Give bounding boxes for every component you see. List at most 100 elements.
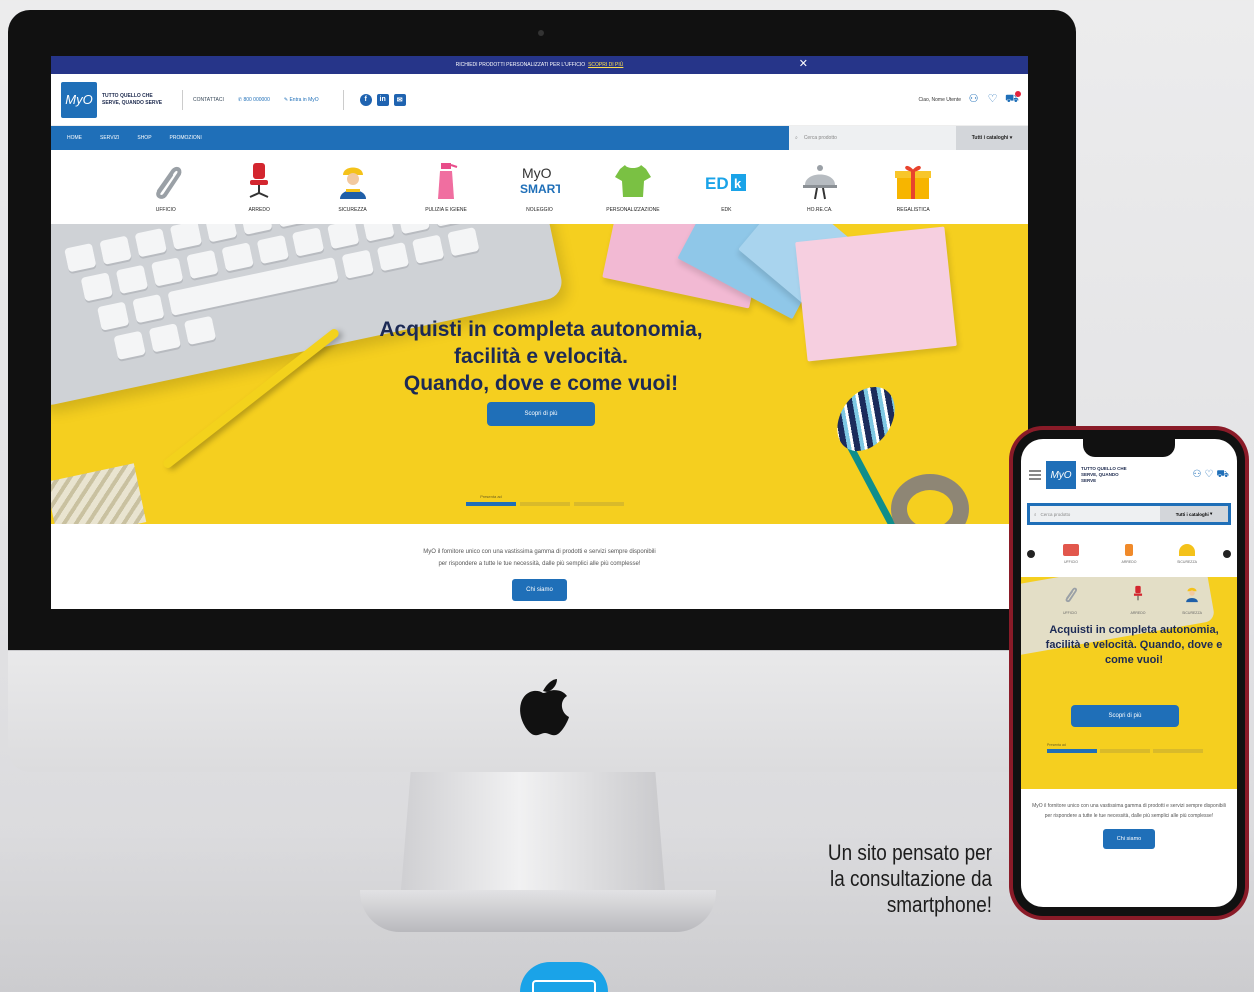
all-categories-dropdown[interactable]: Tutti i cataloghi ▾ (956, 126, 1028, 150)
hero-category-1[interactable]: UFFICIO (1049, 585, 1091, 615)
monitor-icon (532, 980, 596, 992)
linkedin-icon[interactable]: in (376, 93, 389, 106)
worker-icon (339, 167, 366, 199)
camera (538, 30, 544, 36)
category-image (1063, 544, 1079, 556)
discover-more-button[interactable]: Scopri di più (1071, 705, 1179, 727)
slider-tab-1[interactable]: Presenta ad (1047, 743, 1097, 753)
category-sicurezza[interactable]: SICUREZZA (315, 161, 391, 213)
search-input[interactable]: ⌕ Cerca prodotto (1030, 506, 1160, 522)
category-arredo[interactable]: ARREDO (221, 161, 297, 213)
phone-number: 800 000000 (243, 96, 270, 103)
category-ufficio[interactable]: UFFICIO (128, 161, 204, 213)
slider-tab-2[interactable] (1100, 743, 1150, 753)
nav-menu: HOME SERVIZI SHOP PROMOZIONI (51, 126, 789, 150)
myo-smart-logo: MyOSMART (520, 165, 560, 196)
phone-link[interactable]: ✆ 800 000000 (238, 97, 270, 103)
divider (182, 89, 183, 110)
about-line-1: MyO il fornitore unico con una vastissim… (423, 549, 656, 555)
messenger-icon[interactable]: ✉ (393, 93, 406, 106)
paperclip-icon (155, 166, 182, 199)
caption-line-2: la consultazione da (830, 866, 992, 891)
promo-link[interactable]: SCOPRI DI PIÙ (588, 62, 623, 68)
category-label: SICUREZZA (1177, 560, 1197, 564)
hero-category-2[interactable]: ARREDO (1117, 585, 1159, 615)
slider-tab-3[interactable] (1153, 743, 1203, 753)
about-us-button[interactable]: Chi siamo (512, 579, 567, 601)
nav-item-home[interactable]: HOME (67, 135, 82, 141)
heart-icon[interactable]: ♡ (1204, 469, 1213, 482)
carousel-prev-icon[interactable] (1027, 550, 1035, 558)
all-categories-dropdown[interactable]: Tutti i cataloghi ▾ (1160, 506, 1228, 522)
hero-line-3: Quando, dove e come vuoi! (403, 372, 679, 395)
office-chair-icon (249, 163, 269, 198)
mobile-website: MyO TUTTO QUELLO CHE SERVE, QUANDO SERVE… (1021, 439, 1237, 907)
cart-icon[interactable]: ⛟ (1216, 469, 1229, 482)
caption-text: Un sito pensato per la consultazione da … (810, 840, 992, 918)
category-label: UFFICIO (1064, 560, 1078, 564)
imac-stand-neck (400, 772, 666, 902)
slider-tab-2[interactable] (520, 494, 570, 506)
category-regalistica[interactable]: REGALISTICA (875, 161, 951, 213)
mobile-category-2[interactable]: ARREDO (1107, 544, 1151, 564)
category-personalizzazione[interactable]: PERSONALIZZAZIONE (595, 161, 671, 213)
search-input[interactable]: ⌕ Cerca prodotto (789, 126, 956, 150)
cloche-icon (802, 165, 837, 200)
close-icon[interactable]: ✕ (799, 57, 808, 70)
caption-line-1: Un sito pensato per (827, 840, 992, 865)
tshirt-icon (614, 165, 651, 197)
category-edk[interactable]: ED k EDK (688, 161, 764, 213)
all-categories-label: Tutti i cataloghi (1175, 511, 1209, 517)
divider (342, 89, 344, 110)
heart-icon[interactable]: ♡ (986, 93, 999, 106)
mobile-slider-tabs: Presenta ad (1047, 743, 1203, 753)
about-line-2: per rispondere a tutte le tue necessità,… (438, 561, 641, 567)
facebook-icon[interactable]: f (359, 93, 372, 106)
search-icon: ⌕ (1034, 511, 1037, 517)
user-icon[interactable]: ⚇ (967, 93, 980, 106)
menu-icon[interactable] (1029, 470, 1041, 480)
category-pulizia[interactable]: PULIZIA E IGIENE (408, 161, 484, 213)
about-us-button[interactable]: Chi siamo (1102, 829, 1156, 849)
mobile-category-3[interactable]: SICUREZZA (1165, 544, 1209, 564)
promo-text: RICHIEDI PRODOTTI PERSONALIZZATI PER L'U… (455, 62, 586, 68)
category-label: ARREDO (248, 207, 270, 213)
slider-tab-3[interactable] (574, 494, 624, 506)
main-nav: HOME SERVIZI SHOP PROMOZIONI ⌕ Cerca pro… (51, 126, 1028, 150)
category-noleggio[interactable]: MyO SMART NOLEGGIO (501, 161, 577, 213)
category-label: EDK (721, 207, 732, 213)
washi-tape-image (825, 375, 907, 463)
nav-item-shop[interactable]: SHOP (137, 135, 151, 141)
discover-more-button[interactable]: Scopri di più (487, 402, 595, 426)
tape-roll-image (891, 474, 969, 524)
category-horeca[interactable]: HO.RE.CA. (782, 161, 858, 213)
slider-tabs: Presenta ad (466, 494, 624, 506)
category-label: NOLEGGIO (526, 207, 553, 213)
cart-badge (1015, 91, 1021, 97)
hero-line-1: Acquisti in completa autonomia, (379, 318, 703, 341)
nav-item-promozioni[interactable]: PROMOZIONI (170, 135, 202, 141)
account-area: Ciao, Nome Utente ⚇ ♡ ⛟ (918, 91, 1021, 106)
login-link[interactable]: ✎ Entra in MyO (284, 97, 319, 103)
smartphone-bezel: MyO TUTTO QUELLO CHE SERVE, QUANDO SERVE… (1013, 430, 1245, 916)
slider-tab-1[interactable]: Presenta ad (466, 494, 516, 506)
category-label: HO.RE.CA. (807, 207, 833, 213)
category-label: SICUREZZA (338, 207, 367, 213)
hero-category-3[interactable]: SICUREZZA (1171, 585, 1213, 615)
category-label: PULIZIA E IGIENE (425, 207, 467, 213)
svg-text:ED: ED (705, 174, 729, 193)
cart-icon[interactable]: ⛟ (1005, 91, 1021, 106)
user-icon[interactable]: ⚇ (1192, 469, 1201, 482)
myo-logo[interactable]: MyO (61, 81, 97, 118)
spray-bottle-icon (438, 163, 458, 199)
promo-bar: RICHIEDI PRODOTTI PERSONALIZZATI PER L'U… (51, 56, 1028, 74)
carousel-next-icon[interactable] (1223, 550, 1231, 558)
desktop-website: RICHIEDI PRODOTTI PERSONALIZZATI PER L'U… (51, 56, 1028, 609)
category-label: ARREDO (1130, 611, 1146, 615)
mobile-category-1[interactable]: UFFICIO (1049, 544, 1093, 564)
greeting: Ciao, Nome Utente (918, 96, 961, 103)
search-icon: ⌕ (795, 135, 798, 141)
myo-logo[interactable]: MyO (1046, 461, 1076, 489)
nav-item-servizi[interactable]: SERVIZI (100, 135, 119, 141)
contact-link[interactable]: CONTATTACI (193, 97, 224, 103)
